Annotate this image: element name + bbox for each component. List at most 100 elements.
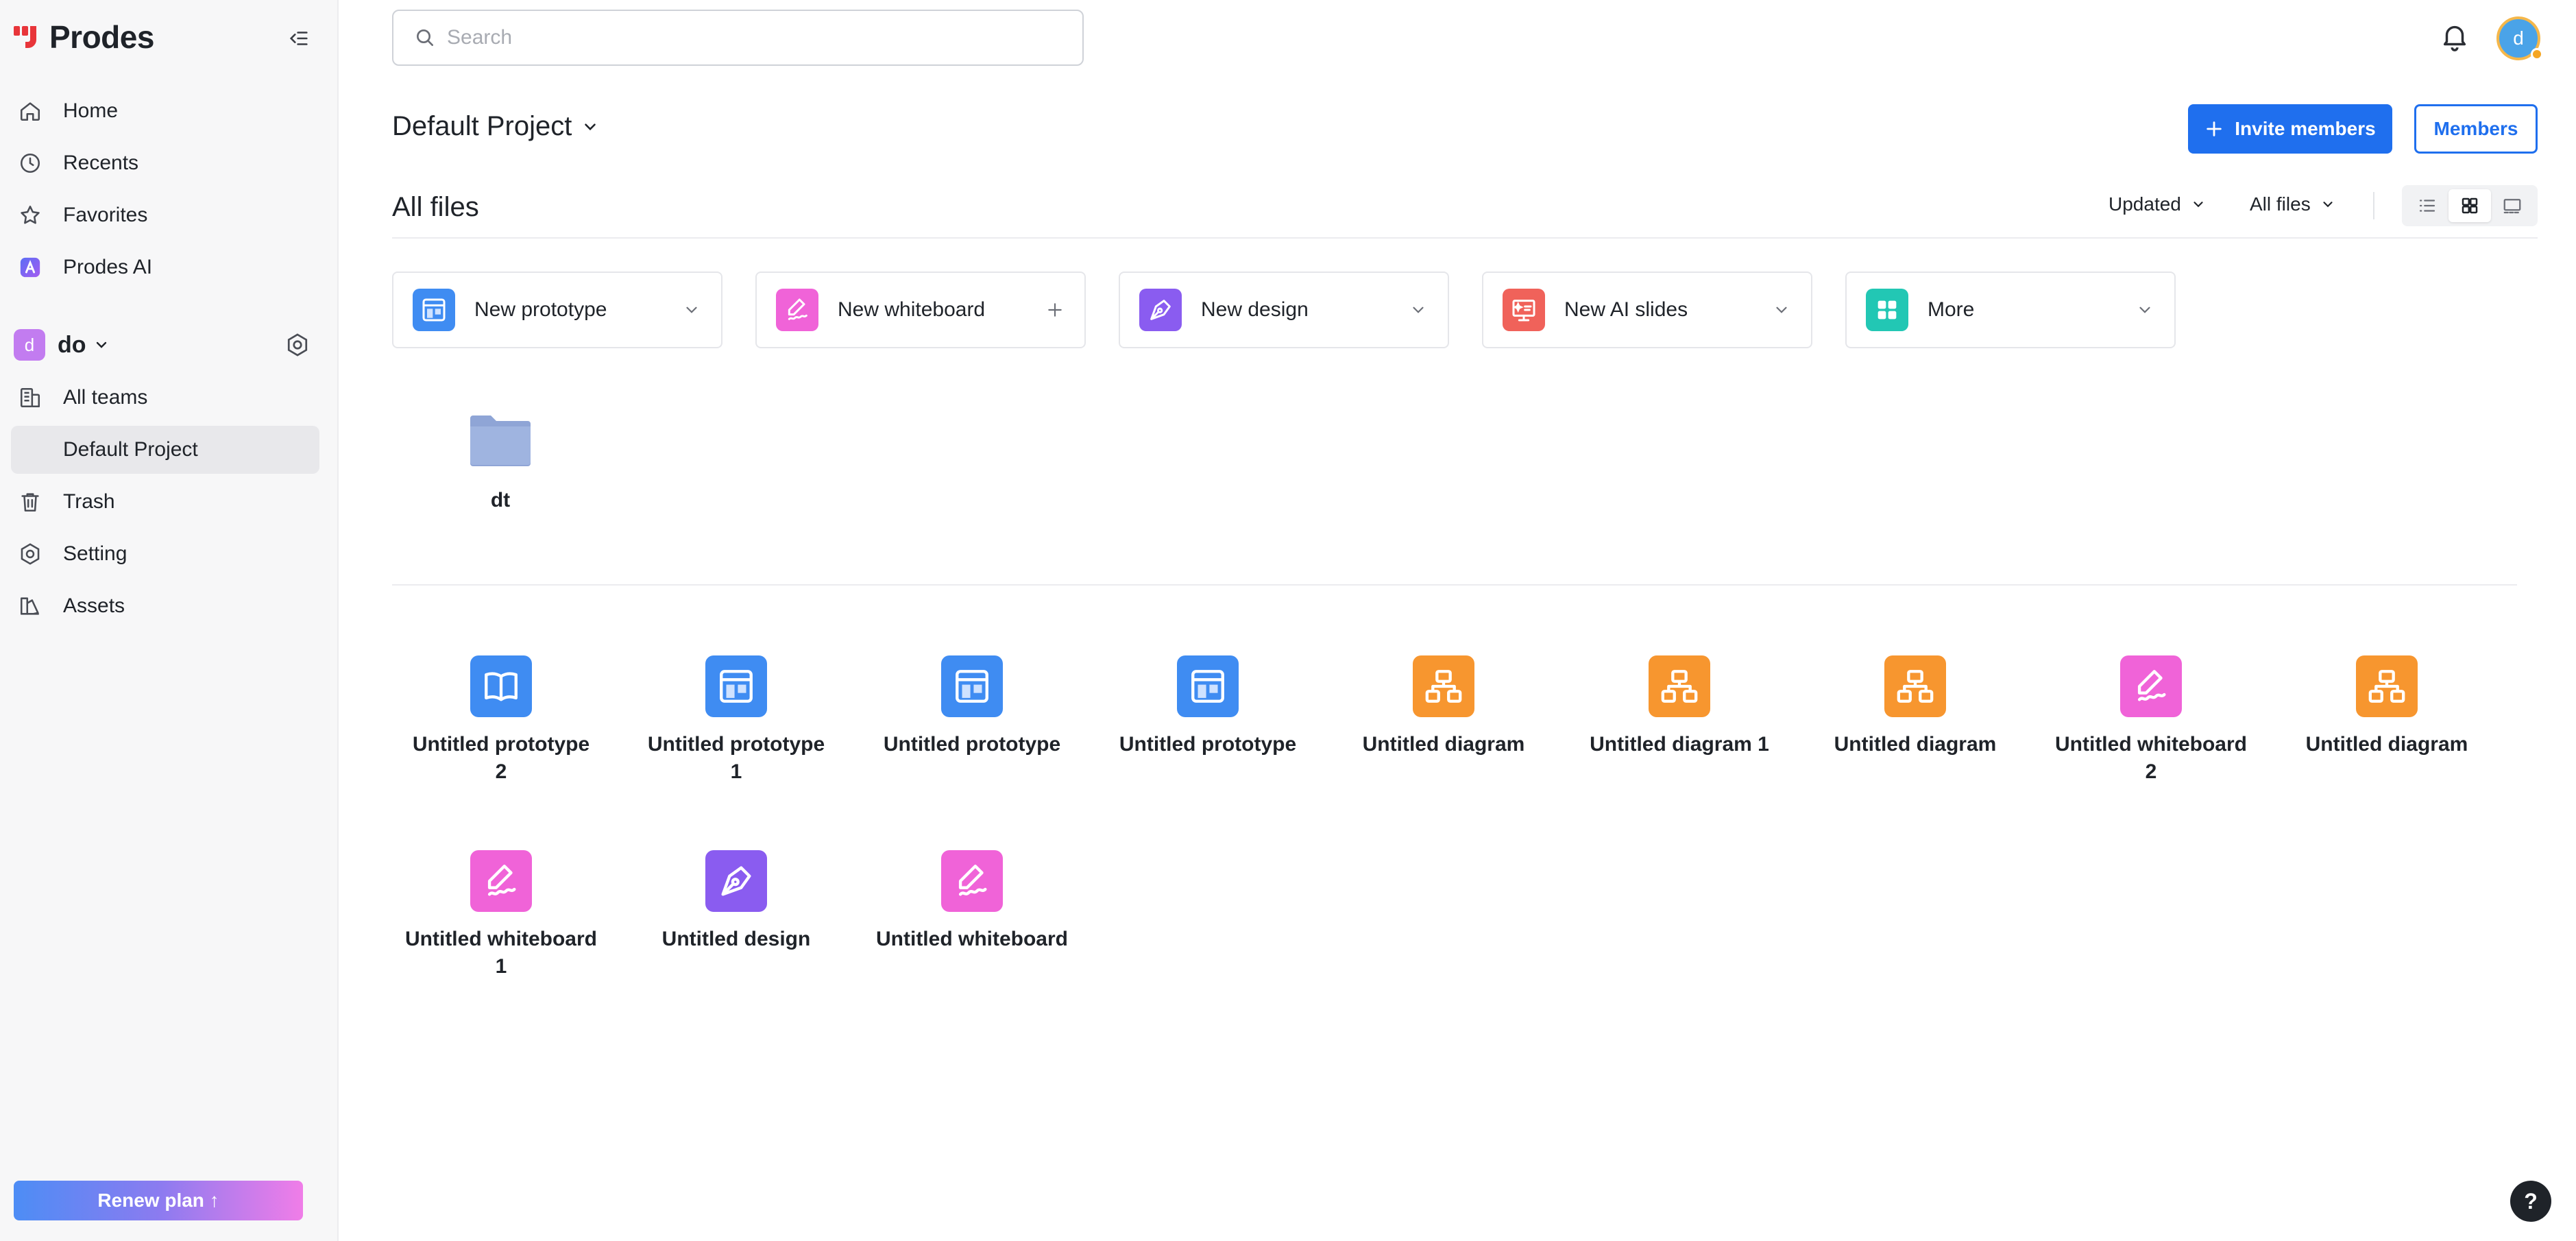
nav-label: Prodes AI [63,256,153,278]
list-view-button[interactable] [2406,189,2449,222]
file-name: Untitled diagram [1834,733,1997,756]
trash-icon [18,490,42,514]
nav-label: Home [63,99,119,122]
more-card[interactable]: More [1845,272,2176,348]
nav-label: Default Project [63,438,198,461]
new-whiteboard-card[interactable]: New whiteboard [755,272,1086,348]
nav-label: Recents [63,152,139,174]
file-item[interactable]: Untitled whiteboard 1 [405,850,597,980]
create-label: New AI slides [1564,298,1688,321]
chevron-down-icon [2323,202,2333,208]
help-button[interactable]: ? [2510,1181,2551,1222]
file-name: Untitled whiteboard 1 [405,928,597,978]
chevron-down-icon[interactable] [1409,301,1427,319]
prototype-icon [413,289,455,331]
new-ai-slides-card[interactable]: New AI slides [1482,272,1812,348]
grid-icon [1866,289,1908,331]
divider [392,237,2538,239]
search-icon [417,29,433,46]
divider [2373,192,2374,219]
whiteboard-icon [941,850,1003,912]
file-item[interactable]: Untitled design [640,850,832,953]
file-item[interactable]: Untitled diagram [1348,655,1540,758]
nav-setting[interactable]: Setting [11,530,319,578]
file-item[interactable]: Untitled diagram [1819,655,2011,758]
search-input[interactable] [447,26,1050,49]
grid-icon [2462,197,2478,214]
new-design-card[interactable]: New design [1119,272,1449,348]
nav-favorites[interactable]: Favorites [11,191,319,239]
nav-label: All teams [63,386,148,409]
gear-icon [18,542,42,566]
nav-assets[interactable]: Assets [11,582,319,630]
home-icon [18,99,42,123]
nav-label: Trash [63,490,115,513]
folder-item[interactable]: dt [450,411,551,512]
members-button[interactable]: Members [2414,104,2538,154]
sort-label: Updated [2109,193,2181,215]
plus-icon [2207,121,2222,136]
view-toggle [2402,185,2538,226]
sidebar: Prodes Home Recents Favorites Prodes AI … [0,0,339,1241]
invite-members-button[interactable]: Invite members [2188,104,2392,154]
diagram-icon [1649,655,1710,717]
diagram-icon [2356,655,2418,717]
whiteboard-icon [470,850,532,912]
create-label: New prototype [474,298,607,321]
file-name: Untitled diagram [2305,733,2468,756]
diagram-icon [1413,655,1474,717]
file-item[interactable]: Untitled prototype 1 [640,655,832,786]
file-item[interactable]: Untitled prototype 2 [405,655,597,786]
folder-name: dt [490,489,511,511]
chevron-down-icon[interactable] [1773,301,1790,319]
nav-default-project[interactable]: Default Project [11,426,319,474]
section-title: All files [392,192,479,222]
prototype-icon [941,655,1003,717]
status-dot [2531,48,2543,60]
team-name: do [58,331,86,358]
file-item[interactable]: Untitled prototype [876,655,1068,758]
brand-name: Prodes [49,19,154,55]
filter-dropdown[interactable]: All files [2250,193,2335,215]
logo[interactable]: Prodes [11,16,154,58]
project-spacer [18,437,42,462]
nav-recents[interactable]: Recents [11,139,319,187]
nav-home[interactable]: Home [11,87,319,135]
prototype-book-icon [470,655,532,717]
prototype-icon [1177,655,1239,717]
file-name: Untitled prototype [1119,733,1297,756]
chevron-down-icon[interactable] [2136,301,2154,319]
project-title-dropdown[interactable]: Default Project [392,111,599,142]
prototype-icon [705,655,767,717]
assets-icon [18,594,42,618]
file-name: Untitled prototype [883,733,1061,756]
star-icon [18,203,42,228]
team-avatar: d [14,329,45,361]
create-label: New design [1201,298,1309,321]
grid-view-button[interactable] [2449,189,2491,222]
team-switcher[interactable]: d do [11,321,319,369]
team-settings-icon[interactable] [285,333,310,357]
nav-trash[interactable]: Trash [11,478,319,526]
plus-icon[interactable] [1046,301,1064,319]
teams-icon [18,385,42,410]
chevron-down-icon[interactable] [683,301,701,319]
nav-label: Setting [63,542,127,565]
folder-icon [470,415,531,466]
nav-all-teams[interactable]: All teams [11,374,319,422]
design-icon [705,850,767,912]
file-item[interactable]: Untitled diagram [2291,655,2483,758]
file-item[interactable]: Untitled prototype [1112,655,1304,758]
file-item[interactable]: Untitled whiteboard 2 [2055,655,2247,786]
sort-dropdown[interactable]: Updated [2109,193,2206,215]
card-view-button[interactable] [2491,189,2534,222]
new-prototype-card[interactable]: New prototype [392,272,722,348]
file-item[interactable]: Untitled whiteboard [876,850,1068,953]
nav-prodes-ai[interactable]: Prodes AI [11,243,319,291]
bell-icon[interactable] [2439,21,2470,52]
renew-plan-button[interactable]: Renew plan ↑ [14,1181,303,1220]
collapse-sidebar-button[interactable] [282,22,315,55]
search-box[interactable] [392,10,1084,66]
file-item[interactable]: Untitled diagram 1 [1583,655,1775,758]
file-name: Untitled diagram [1362,733,1525,756]
